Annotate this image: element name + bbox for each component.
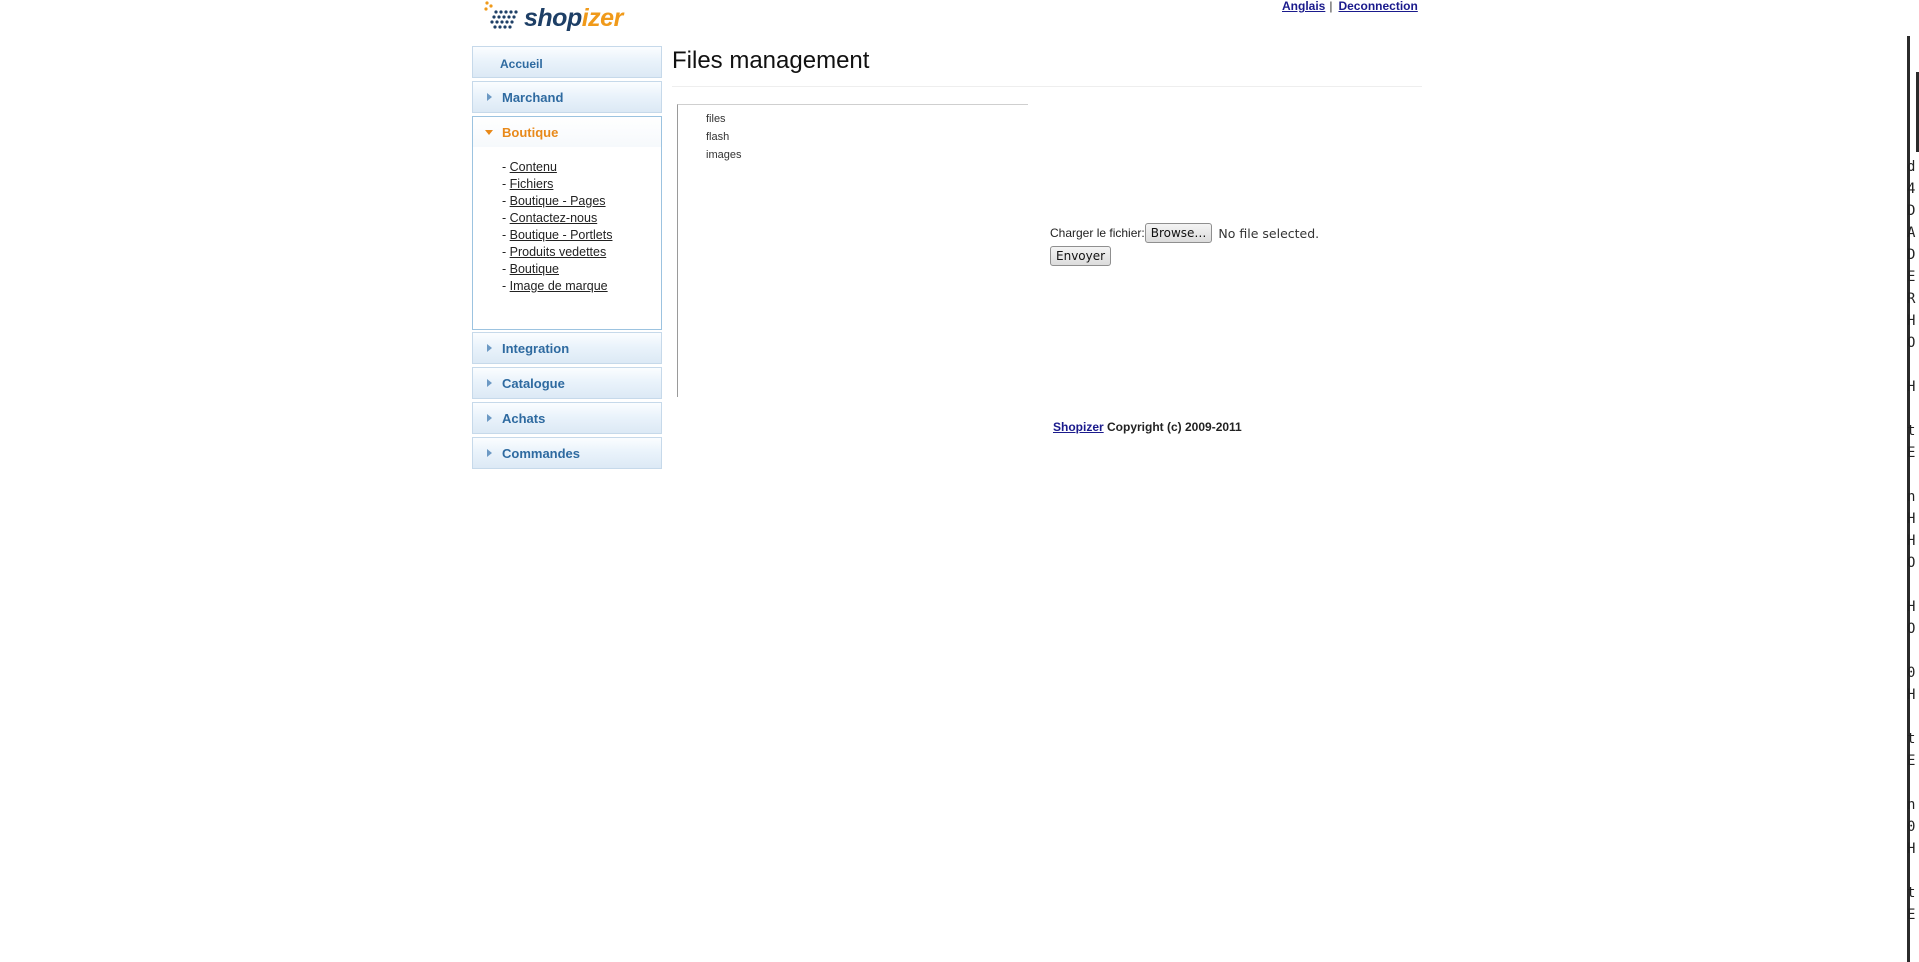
sidebar-item-purchases[interactable]: Achats xyxy=(472,402,662,434)
submenu-link-featured-products[interactable]: Produits vedettes xyxy=(510,245,607,259)
submenu-bullet: - xyxy=(502,211,510,225)
submenu-link-files[interactable]: Fichiers xyxy=(510,177,554,191)
top-links-separator: | xyxy=(1329,0,1333,13)
sidebar-item-label: Marchand xyxy=(502,90,564,105)
submenu-link-store-portlets[interactable]: Boutique - Portlets xyxy=(510,228,613,242)
submenu-item: - Boutique - Pages xyxy=(502,193,661,210)
sidebar-item-label: Accueil xyxy=(500,57,543,71)
sidebar-item-label: Boutique xyxy=(502,125,559,140)
chevron-right-icon xyxy=(487,449,492,457)
send-button[interactable]: Envoyer xyxy=(1050,246,1112,266)
submenu-bullet: - xyxy=(502,194,510,208)
shopizer-logo[interactable]: shopizer xyxy=(484,0,623,34)
browse-button[interactable]: Browse… xyxy=(1144,223,1213,243)
sidebar-item-integration[interactable]: Integration xyxy=(472,332,662,364)
chevron-down-icon xyxy=(485,130,493,135)
background-window-edge: d 4 D A D E R H O H t E n H H O H O 0 H … xyxy=(1907,36,1919,962)
file-status: No file selected. xyxy=(1218,225,1320,241)
submenu-bullet: - xyxy=(502,262,510,276)
submenu-item: - Fichiers xyxy=(502,176,661,193)
logo-dots-icon xyxy=(484,1,518,29)
submenu-link-store[interactable]: Boutique xyxy=(510,262,559,276)
store-submenu: - Contenu - Fichiers - Boutique - Pages … xyxy=(473,147,661,329)
submenu-link-store-pages[interactable]: Boutique - Pages xyxy=(510,194,606,208)
sidebar-item-label: Achats xyxy=(502,411,546,426)
submenu-bullet: - xyxy=(502,228,510,242)
sidebar-item-orders[interactable]: Commandes xyxy=(472,437,662,469)
sidebar-item-store[interactable]: Boutique xyxy=(473,117,661,147)
upload-row: Charger le fichier: Browse… No file sele… xyxy=(1050,222,1319,244)
upload-form: Charger le fichier: Browse… No file sele… xyxy=(1050,222,1319,267)
tree-node-flash[interactable]: flash xyxy=(706,131,729,143)
tree-node-files[interactable]: files xyxy=(706,113,726,125)
submenu-item: - Boutique - Portlets xyxy=(502,227,661,244)
submenu-link-branding[interactable]: Image de marque xyxy=(510,279,608,293)
folder-tree: files flash images xyxy=(677,104,1028,397)
submenu-link-content[interactable]: Contenu xyxy=(510,160,557,174)
tree-node-images[interactable]: images xyxy=(706,149,741,161)
submenu-link-contact[interactable]: Contactez-nous xyxy=(510,211,598,225)
submenu-bullet: - xyxy=(502,177,510,191)
sidebar-item-home[interactable]: Accueil xyxy=(472,46,662,78)
sidebar-item-merchant[interactable]: Marchand xyxy=(472,81,662,113)
footer: Shopizer Copyright (c) 2009-2011 xyxy=(1053,420,1242,434)
title-divider xyxy=(672,86,1422,87)
sidebar-menu: Accueil Marchand Boutique - Contenu - Fi… xyxy=(472,46,662,472)
submit-row: Envoyer xyxy=(1050,245,1319,267)
footer-shopizer-link[interactable]: Shopizer xyxy=(1053,420,1104,434)
chevron-right-icon xyxy=(487,379,492,387)
sidebar-section-store: Boutique - Contenu - Fichiers - Boutique… xyxy=(472,116,662,330)
truncated-terminal-text: d 4 D A D E R H O H t E n H H O H O 0 H … xyxy=(1907,159,1916,923)
logo-part1: shop xyxy=(524,4,582,32)
submenu-item: - Image de marque xyxy=(502,278,661,295)
submenu-bullet: - xyxy=(502,279,510,293)
submenu-item: - Boutique xyxy=(502,261,661,278)
submenu-bullet: - xyxy=(502,245,510,259)
chevron-right-icon xyxy=(487,344,492,352)
footer-copyright: Copyright (c) 2009-2011 xyxy=(1103,420,1242,434)
upload-label: Charger le fichier: xyxy=(1050,226,1145,240)
submenu-item: - Contenu xyxy=(502,159,661,176)
logout-link[interactable]: Deconnection xyxy=(1338,0,1417,13)
submenu-bullet: - xyxy=(502,160,510,174)
top-links: Anglais | Deconnection xyxy=(1282,0,1418,13)
sidebar-item-catalog[interactable]: Catalogue xyxy=(472,367,662,399)
language-link[interactable]: Anglais xyxy=(1282,0,1325,13)
sidebar-item-label: Commandes xyxy=(502,446,581,461)
sidebar-item-label: Catalogue xyxy=(502,376,565,391)
logo-part2: izer xyxy=(581,4,624,32)
chevron-right-icon xyxy=(487,414,492,422)
sidebar-item-label: Integration xyxy=(502,341,570,356)
page-title: Files management xyxy=(672,47,870,74)
logo-wordmark: shopizer xyxy=(524,4,623,33)
submenu-item: - Contactez-nous xyxy=(502,210,661,227)
chevron-right-icon xyxy=(487,93,492,101)
submenu-item: - Produits vedettes xyxy=(502,244,661,261)
